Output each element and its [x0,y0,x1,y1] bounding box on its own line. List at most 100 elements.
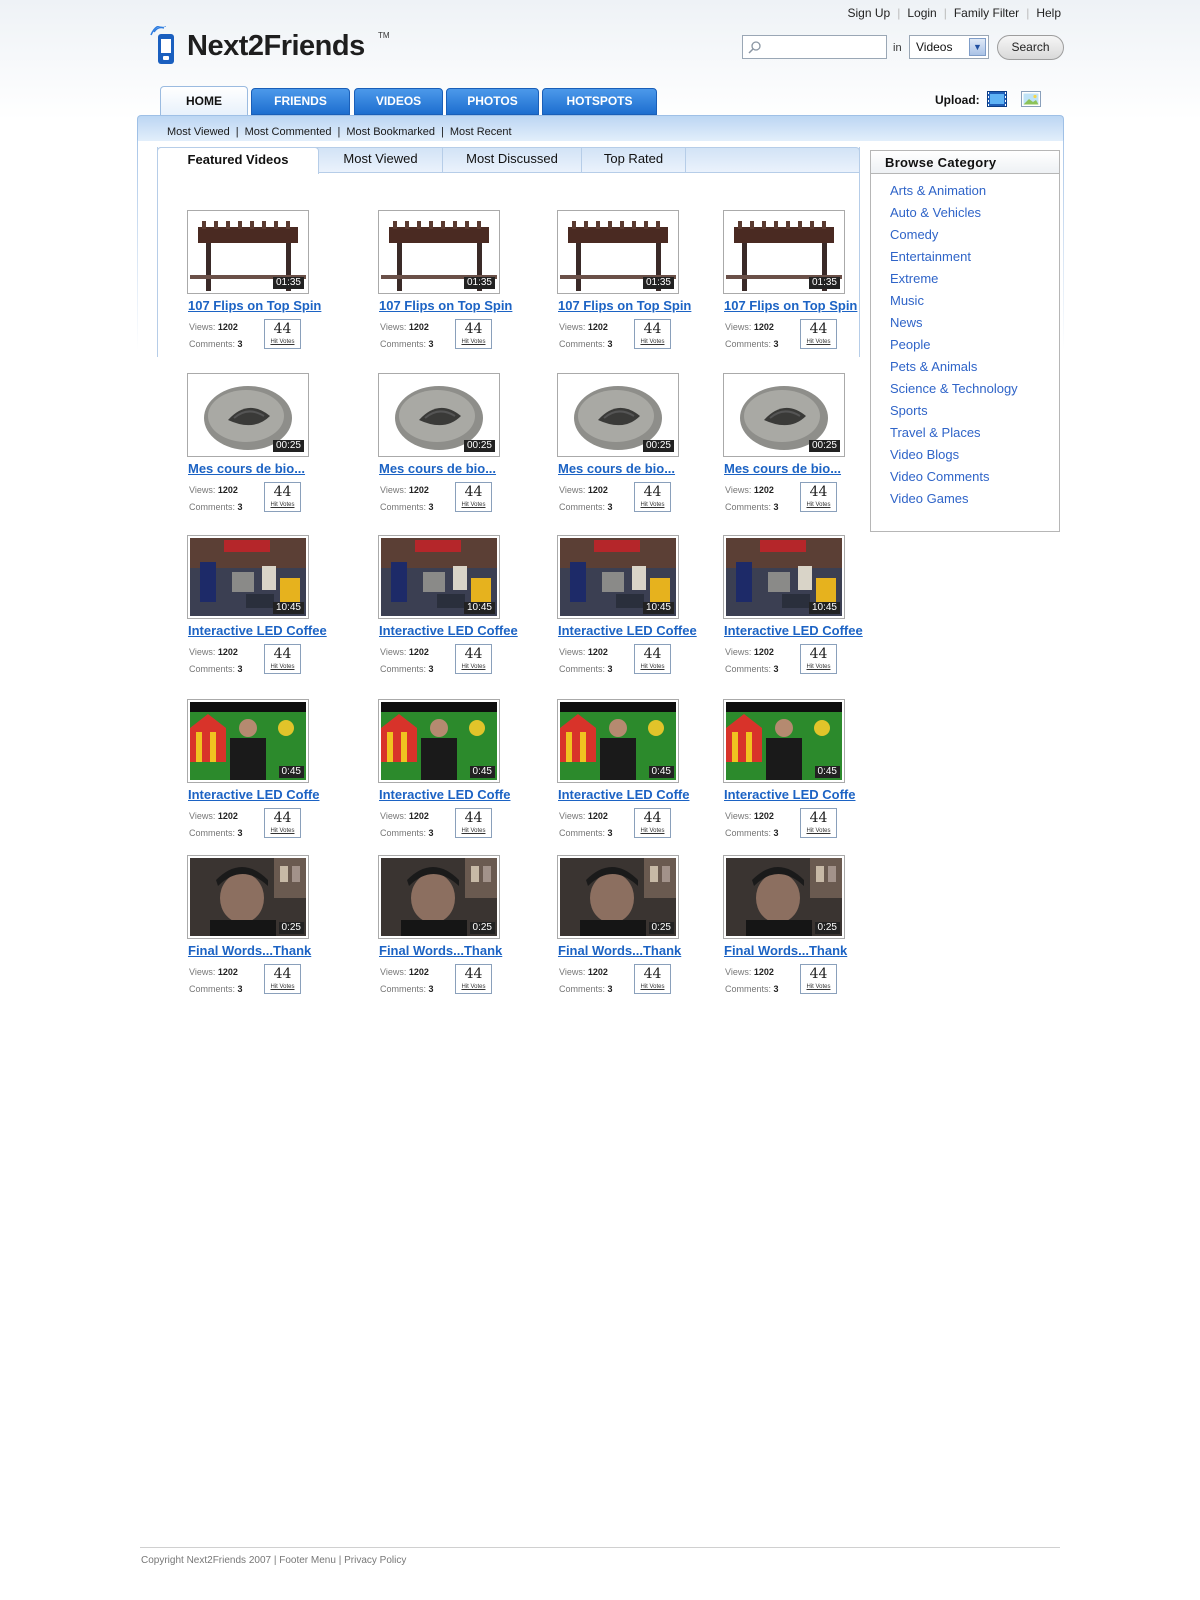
video-thumbnail[interactable]: 0:45 [187,699,309,783]
category-link[interactable]: Travel & Places [890,425,981,440]
video-title-link[interactable]: Mes cours de bio... [724,461,874,476]
video-title-link[interactable]: Interactive LED Coffe [558,787,708,802]
video-thumbnail[interactable]: 10:45 [378,535,500,619]
video-title-link[interactable]: Final Words...Thank [188,943,338,958]
video-title-link[interactable]: Interactive LED Coffee [558,623,708,638]
video-title-link[interactable]: 107 Flips on Top Spin [724,298,874,313]
video-thumbnail[interactable]: 01:35 [557,210,679,294]
tab-videos[interactable]: VIDEOS [354,88,443,115]
video-title-link[interactable]: Interactive LED Coffee [188,623,338,638]
video-title-link[interactable]: 107 Flips on Top Spin [188,298,338,313]
category-link[interactable]: Extreme [890,271,938,286]
video-title-link[interactable]: 107 Flips on Top Spin [379,298,529,313]
hit-votes-box[interactable]: 44 Hit Votes [634,644,671,674]
hit-votes-box[interactable]: 44 Hit Votes [634,482,671,512]
category-link[interactable]: People [890,337,930,352]
video-title-link[interactable]: Mes cours de bio... [188,461,338,476]
category-link[interactable]: News [890,315,923,330]
video-upload-icon[interactable] [987,91,1007,107]
video-thumbnail[interactable]: 00:25 [723,373,845,457]
video-title-link[interactable]: Interactive LED Coffe [379,787,529,802]
tab-hotspots[interactable]: HOTSPOTS [542,88,657,115]
video-thumbnail[interactable]: 0:25 [378,855,500,939]
tab-friends[interactable]: FRIENDS [251,88,350,115]
search-input[interactable] [767,36,885,58]
category-link[interactable]: Video Comments [890,469,989,484]
hit-votes-box[interactable]: 44 Hit Votes [800,319,837,349]
video-thumbnail[interactable]: 01:35 [378,210,500,294]
video-title-link[interactable]: Final Words...Thank [379,943,529,958]
hit-votes-box[interactable]: 44 Hit Votes [455,644,492,674]
login-link[interactable]: Login [900,6,943,20]
hit-votes-box[interactable]: 44 Hit Votes [264,482,301,512]
video-thumbnail[interactable]: 10:45 [557,535,679,619]
hit-votes-box[interactable]: 44 Hit Votes [455,482,492,512]
search-field[interactable] [742,35,887,59]
video-title-link[interactable]: Interactive LED Coffe [188,787,338,802]
category-link[interactable]: Science & Technology [890,381,1018,396]
hit-votes-box[interactable]: 44 Hit Votes [455,964,492,994]
category-link[interactable]: Video Blogs [890,447,959,462]
hit-votes-box[interactable]: 44 Hit Votes [264,808,301,838]
video-thumbnail[interactable]: 00:25 [557,373,679,457]
category-link[interactable]: Comedy [890,227,938,242]
privacy-policy-link[interactable]: Privacy Policy [344,1555,406,1566]
video-title-link[interactable]: Final Words...Thank [724,943,874,958]
video-title-link[interactable]: Interactive LED Coffee [724,623,874,638]
video-title-link[interactable]: 107 Flips on Top Spin [558,298,708,313]
video-thumbnail[interactable]: 0:45 [557,699,679,783]
video-title-link[interactable]: Final Words...Thank [558,943,708,958]
hit-votes-box[interactable]: 44 Hit Votes [634,319,671,349]
video-thumbnail[interactable]: 10:45 [187,535,309,619]
video-thumbnail[interactable]: 01:35 [723,210,845,294]
footer-menu-link[interactable]: Footer Menu [279,1555,336,1566]
hit-votes-box[interactable]: 44 Hit Votes [800,808,837,838]
hit-votes-box[interactable]: 44 Hit Votes [264,319,301,349]
tab-home[interactable]: HOME [160,86,248,117]
video-thumbnail[interactable]: 0:25 [557,855,679,939]
tab-featured-videos[interactable]: Featured Videos [157,147,319,174]
hit-votes-box[interactable]: 44 Hit Votes [264,964,301,994]
category-link[interactable]: Music [890,293,924,308]
hit-votes-box[interactable]: 44 Hit Votes [264,644,301,674]
video-title-link[interactable]: Mes cours de bio... [558,461,708,476]
category-link[interactable]: Video Games [890,491,969,506]
video-thumbnail[interactable]: 10:45 [723,535,845,619]
video-thumbnail[interactable]: 0:25 [723,855,845,939]
photo-upload-icon[interactable] [1021,91,1041,107]
video-title-link[interactable]: Interactive LED Coffee [379,623,529,638]
video-title-link[interactable]: Mes cours de bio... [379,461,529,476]
subnav-most-recent[interactable]: Most Recent [450,126,512,138]
help-link[interactable]: Help [1029,6,1068,20]
family-filter-link[interactable]: Family Filter [947,6,1026,20]
subnav-most-commented[interactable]: Most Commented [245,126,332,138]
category-link[interactable]: Arts & Animation [890,183,986,198]
hit-votes-box[interactable]: 44 Hit Votes [800,482,837,512]
hit-votes-box[interactable]: 44 Hit Votes [634,964,671,994]
search-button[interactable]: Search [997,35,1064,60]
subnav-most-bookmarked[interactable]: Most Bookmarked [346,126,435,138]
hit-votes-box[interactable]: 44 Hit Votes [455,808,492,838]
tab-most-discussed[interactable]: Most Discussed [443,147,582,173]
category-link[interactable]: Auto & Vehicles [890,205,981,220]
video-thumbnail[interactable]: 0:45 [378,699,500,783]
signup-link[interactable]: Sign Up [841,6,898,20]
category-link[interactable]: Sports [890,403,928,418]
video-title-link[interactable]: Interactive LED Coffe [724,787,874,802]
video-thumbnail[interactable]: 01:35 [187,210,309,294]
video-thumbnail[interactable]: 00:25 [378,373,500,457]
tab-most-viewed[interactable]: Most Viewed [319,147,443,173]
category-link[interactable]: Entertainment [890,249,971,264]
category-link[interactable]: Pets & Animals [890,359,977,374]
hit-votes-box[interactable]: 44 Hit Votes [800,644,837,674]
tab-photos[interactable]: PHOTOS [446,88,539,115]
search-scope-select[interactable]: Videos ▼ [909,35,989,59]
video-thumbnail[interactable]: 00:25 [187,373,309,457]
video-thumbnail[interactable]: 0:45 [723,699,845,783]
hit-votes-box[interactable]: 44 Hit Votes [634,808,671,838]
tab-top-rated[interactable]: Top Rated [582,147,686,173]
hit-votes-box[interactable]: 44 Hit Votes [800,964,837,994]
hit-votes-box[interactable]: 44 Hit Votes [455,319,492,349]
subnav-most-viewed[interactable]: Most Viewed [167,126,230,138]
video-thumbnail[interactable]: 0:25 [187,855,309,939]
